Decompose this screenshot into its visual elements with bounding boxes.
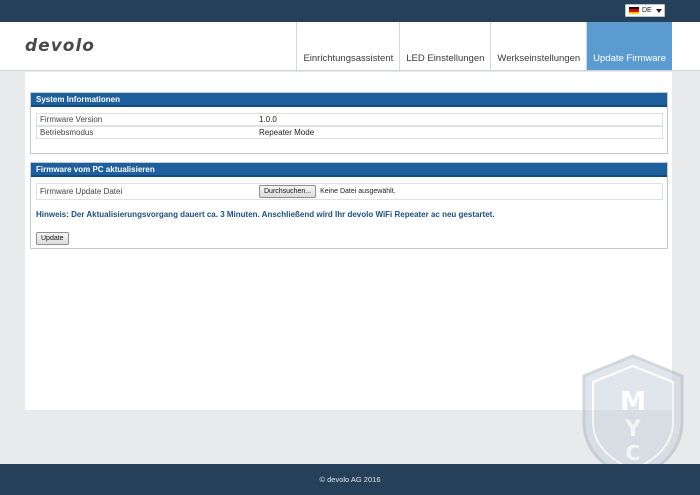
- svg-text:Y: Y: [624, 417, 642, 442]
- update-hint: Hinweis: Der Aktualisierungsvorgang daue…: [36, 210, 495, 219]
- language-label: DE: [642, 7, 652, 14]
- firmware-file-label: Firmware Update Datei: [40, 187, 123, 196]
- footer: © devolo AG 2016: [0, 464, 700, 495]
- firmware-update-title: Firmware vom PC aktualisieren: [31, 163, 667, 177]
- firmware-update-panel: Firmware vom PC aktualisieren Firmware U…: [30, 162, 668, 249]
- tab-led-einstellungen[interactable]: LED Einstellungen: [399, 22, 490, 70]
- svg-text:M: M: [620, 387, 646, 417]
- main-nav: Einrichtungsassistent LED Einstellungen …: [296, 22, 672, 70]
- tab-einrichtungsassistent[interactable]: Einrichtungsassistent: [296, 22, 399, 70]
- caret-down-icon: [655, 8, 662, 13]
- update-button[interactable]: Update: [36, 232, 69, 245]
- language-selector[interactable]: DE: [625, 4, 665, 17]
- header: devolo Einrichtungsassistent LED Einstel…: [0, 22, 700, 71]
- firmware-file-row: Firmware Update Datei Durchsuchen... Kei…: [36, 183, 663, 200]
- tab-werkseinstellungen[interactable]: Werkseinstellungen: [490, 22, 586, 70]
- browse-button[interactable]: Durchsuchen...: [259, 185, 317, 198]
- top-bar: DE: [0, 0, 700, 22]
- system-info-panel: System Informationen Firmware Version 1.…: [30, 92, 668, 154]
- devolo-logo: devolo: [25, 36, 95, 56]
- operating-mode-label: Betriebsmodus: [40, 128, 94, 137]
- firmware-version-row: Firmware Version 1.0.0: [36, 113, 663, 126]
- operating-mode-value: Repeater Mode: [259, 128, 315, 137]
- german-flag-icon: [629, 7, 639, 14]
- file-picker: Durchsuchen... Keine Datei ausgewählt.: [257, 185, 396, 198]
- firmware-version-value: 1.0.0: [259, 115, 277, 124]
- no-file-text: Keine Datei ausgewählt.: [320, 188, 396, 195]
- system-info-title: System Informationen: [31, 93, 667, 107]
- main-content: System Informationen Firmware Version 1.…: [25, 72, 672, 410]
- operating-mode-row: Betriebsmodus Repeater Mode: [36, 126, 663, 139]
- tab-update-firmware[interactable]: Update Firmware: [586, 22, 672, 70]
- svg-text:C: C: [626, 441, 641, 465]
- firmware-version-label: Firmware Version: [40, 115, 103, 124]
- copyright-text: © devolo AG 2016: [319, 475, 381, 484]
